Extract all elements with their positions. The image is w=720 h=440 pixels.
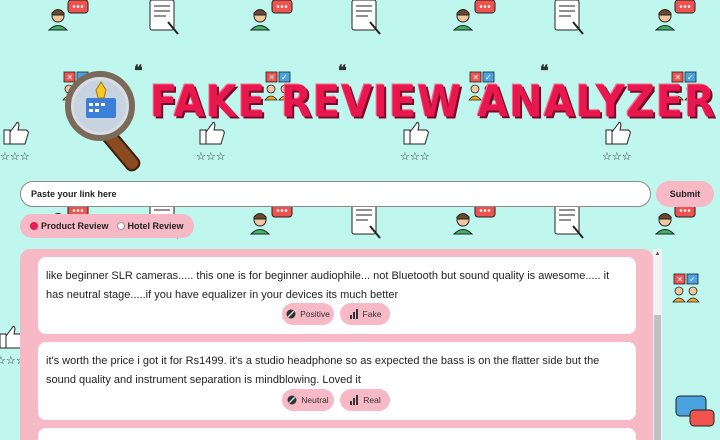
review-card — [38, 428, 636, 440]
verdict-label: Fake — [362, 309, 382, 319]
sentiment-icon — [287, 395, 297, 405]
results-scrollbar[interactable]: ▲ — [653, 249, 662, 440]
sentiment-label: Neutral — [301, 395, 329, 405]
sentiment-label: Positive — [300, 309, 330, 319]
radio-product-label: Product Review — [41, 221, 109, 231]
submit-button[interactable]: Submit — [656, 181, 714, 207]
verdict-chip[interactable]: Real — [340, 389, 390, 411]
radio-hotel-review[interactable]: Hotel Review — [116, 221, 184, 231]
review-text: it's worth the price i got it for Rs1499… — [46, 355, 600, 386]
verdict-chip[interactable]: Fake — [340, 303, 390, 325]
magnifier-icon — [65, 71, 141, 172]
bar-chart-icon — [350, 395, 359, 405]
radio-unselected-icon — [116, 222, 125, 230]
review-text: like beginner SLR cameras..... this one … — [46, 270, 610, 301]
scroll-up-icon[interactable]: ▲ — [653, 249, 662, 259]
bar-chart-icon — [349, 309, 358, 319]
verdict-label: Real — [363, 395, 381, 405]
radio-product-review[interactable]: Product Review — [30, 221, 109, 231]
radio-hotel-label: Hotel Review — [127, 221, 184, 231]
radio-selected-icon — [30, 222, 38, 230]
scroll-thumb[interactable] — [654, 315, 661, 440]
page-title: FAKE REVIEW ANALYZER — [150, 77, 717, 128]
search-bar — [20, 181, 651, 207]
sentiment-chip[interactable]: Neutral — [282, 389, 334, 411]
sentiment-icon — [286, 309, 296, 319]
sentiment-chip[interactable]: Positive — [282, 303, 334, 325]
review-card: like beginner SLR cameras..... this one … — [38, 257, 636, 334]
review-type-selector: Product Review Hotel Review — [20, 214, 194, 238]
link-input[interactable] — [20, 181, 651, 207]
results-panel: like beginner SLR cameras..... this one … — [20, 249, 653, 440]
review-card: it's worth the price i got it for Rs1499… — [38, 342, 636, 420]
